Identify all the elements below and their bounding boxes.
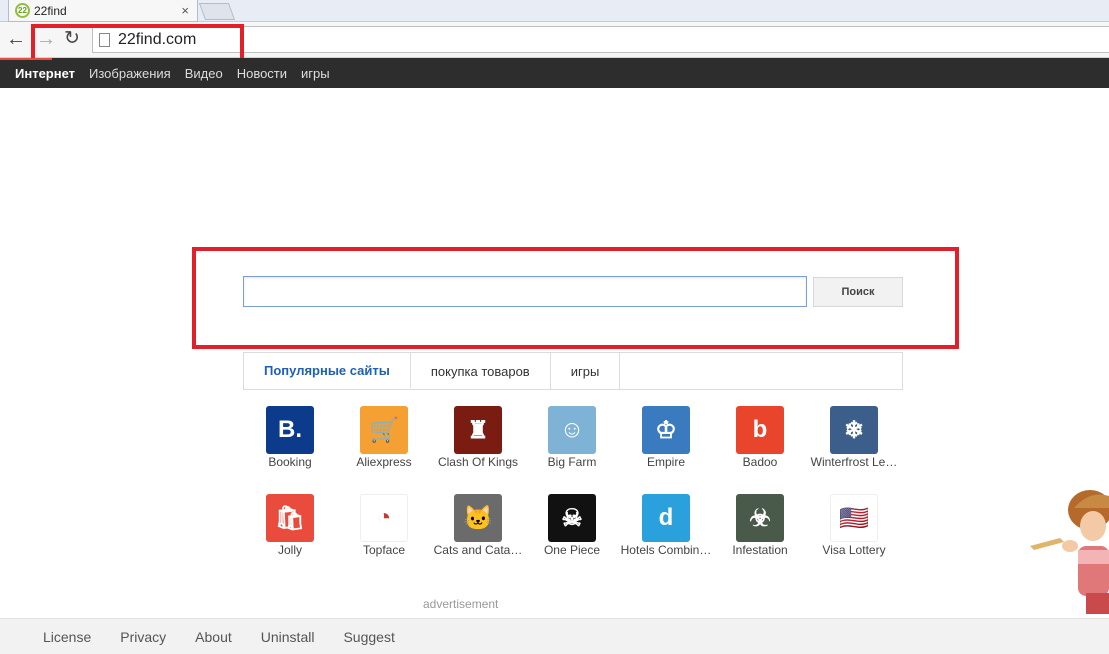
nav-item-video[interactable]: Видео — [185, 66, 223, 81]
site-tile-icon: 🛍 — [266, 494, 314, 542]
nav-item-games[interactable]: игры — [301, 66, 330, 81]
close-tab-icon[interactable]: × — [181, 3, 189, 18]
tab-title: 22find — [34, 3, 67, 18]
nav-item-internet[interactable]: Интернет — [15, 66, 75, 81]
site-tile-label: Infestation — [732, 543, 788, 557]
footer-link-privacy[interactable]: Privacy — [120, 629, 166, 645]
nav-item-news[interactable]: Новости — [237, 66, 287, 81]
site-tile[interactable]: 🇺🇸 Visa Lottery — [807, 494, 901, 557]
site-tile-icon: ♔ — [642, 406, 690, 454]
site-tile-icon: b — [736, 406, 784, 454]
content-tabs: Популярные сайты покупка товаров игры — [243, 352, 903, 390]
site-tile-label: Clash Of Kings — [437, 455, 519, 469]
site-tile[interactable]: b Badoo — [713, 406, 807, 469]
footer-link-license[interactable]: License — [43, 629, 91, 645]
category-nav: Интернет Изображения Видео Новости игры — [0, 58, 1109, 88]
tab-games[interactable]: игры — [551, 353, 621, 389]
site-tile-label: Topface — [362, 543, 406, 557]
site-tile[interactable]: ☣ Infestation — [713, 494, 807, 557]
site-tile[interactable]: ◔ Topface — [337, 494, 431, 557]
footer-link-suggest[interactable]: Suggest — [343, 629, 394, 645]
tab-popular-sites[interactable]: Популярные сайты — [244, 353, 411, 389]
site-tile-icon: ♜ — [454, 406, 502, 454]
site-tile-icon: ❄ — [830, 406, 878, 454]
site-tile-icon: B. — [266, 406, 314, 454]
site-tile-label: One Piece — [543, 543, 601, 557]
nav-item-images[interactable]: Изображения — [89, 66, 171, 81]
new-tab-button[interactable] — [198, 3, 236, 20]
site-tile-icon: ◔ — [360, 494, 408, 542]
site-tile[interactable]: 🛍 Jolly — [243, 494, 337, 557]
browser-tab-strip: 22 22find × — [0, 0, 1109, 22]
address-bar[interactable]: 22find.com — [92, 26, 1109, 53]
site-tile[interactable]: ♜ Clash Of Kings — [431, 406, 525, 469]
site-tile-icon: 🇺🇸 — [830, 494, 878, 542]
site-tile[interactable]: d Hotels Combin… — [619, 494, 713, 557]
site-tile-label: Winterfrost Le… — [810, 455, 898, 469]
highlight-box-search — [192, 247, 959, 349]
site-tile-icon: ☠ — [548, 494, 596, 542]
site-tile-label: Hotels Combin… — [620, 543, 712, 557]
footer-link-about[interactable]: About — [195, 629, 232, 645]
site-tile-label: Big Farm — [547, 455, 597, 469]
site-tile[interactable]: ♔ Empire — [619, 406, 713, 469]
cowgirl-illustration-image — [1030, 490, 1109, 614]
site-tile-label: Aliexpress — [356, 455, 412, 469]
site-tile[interactable]: ☠ One Piece — [525, 494, 619, 557]
site-tile[interactable]: 🛒 Aliexpress — [337, 406, 431, 469]
site-tile-label: Visa Lottery — [822, 543, 886, 557]
browser-tab[interactable]: 22 22find × — [8, 0, 198, 22]
advertisement-label: advertisement — [423, 597, 499, 611]
site-tile-label: Empire — [646, 455, 685, 469]
site-tile[interactable]: B. Booking — [243, 406, 337, 469]
nav-active-indicator — [0, 58, 52, 60]
site-tile-icon: d — [642, 494, 690, 542]
site-tile-icon: ☣ — [736, 494, 784, 542]
site-tile-label: Booking — [268, 455, 312, 469]
back-arrow-icon[interactable]: ← — [6, 29, 26, 49]
site-tile[interactable]: ❄ Winterfrost Le… — [807, 406, 901, 469]
site-tile-icon: ☺ — [548, 406, 596, 454]
footer: License Privacy About Uninstall Suggest — [0, 618, 1109, 654]
site-favicon-icon: 22 — [15, 3, 30, 18]
site-tile-label: Jolly — [277, 543, 302, 557]
footer-link-uninstall[interactable]: Uninstall — [261, 629, 315, 645]
site-tile[interactable]: 🐱 Cats and Cata… — [431, 494, 525, 557]
site-tile[interactable]: ☺ Big Farm — [525, 406, 619, 469]
tab-shopping[interactable]: покупка товаров — [411, 353, 551, 389]
site-tile-icon: 🛒 — [360, 406, 408, 454]
site-tile-icon: 🐱 — [454, 494, 502, 542]
site-tile-label: Cats and Cata… — [433, 543, 523, 557]
site-tile-label: Badoo — [742, 455, 778, 469]
